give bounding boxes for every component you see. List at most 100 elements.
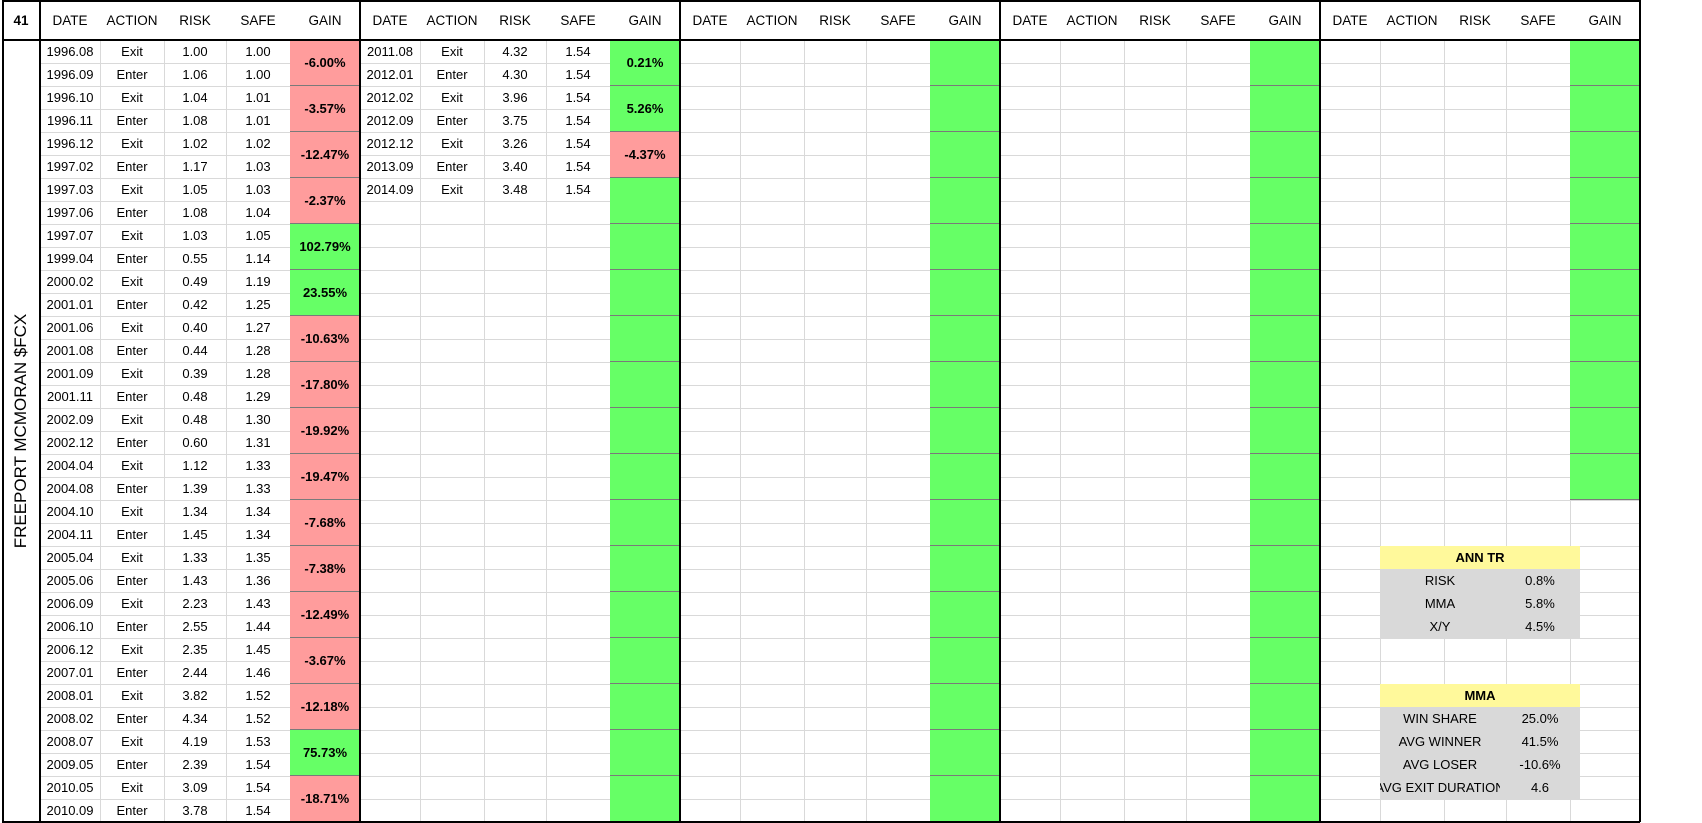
gain-cell[interactable] (1250, 316, 1320, 362)
action-cell[interactable]: Enter (100, 339, 164, 362)
safe-cell[interactable]: 1.03 (226, 178, 290, 201)
gain-cell[interactable] (1570, 454, 1640, 500)
action-cell[interactable]: Exit (100, 316, 164, 339)
action-cell[interactable]: Exit (100, 270, 164, 293)
gain-cell[interactable] (1250, 500, 1320, 546)
action-cell[interactable]: Enter (100, 201, 164, 224)
action-cell[interactable]: Exit (100, 224, 164, 247)
gain-cell[interactable] (610, 638, 680, 684)
safe-cell[interactable]: 1.34 (226, 500, 290, 523)
gain-cell[interactable] (1570, 316, 1640, 362)
risk-cell[interactable]: 3.96 (484, 86, 546, 109)
safe-cell[interactable]: 1.45 (226, 638, 290, 661)
safe-cell[interactable]: 1.00 (226, 40, 290, 63)
risk-cell[interactable]: 3.78 (164, 799, 226, 822)
date-cell[interactable]: 2004.10 (40, 500, 100, 523)
gain-cell[interactable] (1570, 408, 1640, 454)
gain-cell[interactable] (1250, 638, 1320, 684)
date-cell[interactable]: 1997.07 (40, 224, 100, 247)
gain-cell[interactable] (610, 270, 680, 316)
risk-cell[interactable]: 1.33 (164, 546, 226, 569)
action-cell[interactable]: Exit (100, 546, 164, 569)
action-cell[interactable]: Enter (100, 753, 164, 776)
safe-cell[interactable]: 1.28 (226, 339, 290, 362)
gain-cell[interactable] (1250, 40, 1320, 86)
gain-cell[interactable]: -12.18% (290, 684, 360, 730)
date-cell[interactable]: 2004.08 (40, 477, 100, 500)
safe-cell[interactable]: 1.31 (226, 431, 290, 454)
gain-cell[interactable] (930, 270, 1000, 316)
risk-cell[interactable]: 1.08 (164, 201, 226, 224)
gain-cell[interactable] (610, 730, 680, 776)
risk-cell[interactable]: 3.09 (164, 776, 226, 799)
gain-cell[interactable]: -12.47% (290, 132, 360, 178)
risk-cell[interactable]: 0.39 (164, 362, 226, 385)
risk-cell[interactable]: 1.17 (164, 155, 226, 178)
gain-cell[interactable] (610, 684, 680, 730)
gain-cell[interactable] (930, 500, 1000, 546)
safe-cell[interactable]: 1.46 (226, 661, 290, 684)
gain-cell[interactable] (1250, 132, 1320, 178)
corner-cell[interactable]: 41 (2, 0, 40, 40)
gain-cell[interactable] (1250, 592, 1320, 638)
risk-cell[interactable]: 1.45 (164, 523, 226, 546)
safe-cell[interactable]: 1.54 (226, 776, 290, 799)
safe-cell[interactable]: 1.01 (226, 109, 290, 132)
action-cell[interactable]: Enter (420, 155, 484, 178)
gain-cell[interactable] (930, 592, 1000, 638)
risk-cell[interactable]: 0.48 (164, 385, 226, 408)
gain-cell[interactable]: -19.92% (290, 408, 360, 454)
gain-cell[interactable] (930, 40, 1000, 86)
header-action[interactable]: ACTION (420, 0, 484, 40)
gain-cell[interactable] (1250, 546, 1320, 592)
date-cell[interactable]: 2012.01 (360, 63, 420, 86)
safe-cell[interactable]: 1.54 (546, 109, 610, 132)
action-cell[interactable]: Exit (420, 86, 484, 109)
header-risk[interactable]: RISK (1124, 0, 1186, 40)
gain-cell[interactable] (930, 776, 1000, 822)
gain-cell[interactable]: -6.00% (290, 40, 360, 86)
header-date[interactable]: DATE (680, 0, 740, 40)
header-risk[interactable]: RISK (1444, 0, 1506, 40)
risk-cell[interactable]: 0.40 (164, 316, 226, 339)
gain-cell[interactable] (930, 178, 1000, 224)
date-cell[interactable]: 2008.02 (40, 707, 100, 730)
gain-cell[interactable] (930, 362, 1000, 408)
header-date[interactable]: DATE (40, 0, 100, 40)
action-cell[interactable]: Exit (420, 178, 484, 201)
safe-cell[interactable]: 1.44 (226, 615, 290, 638)
gain-cell[interactable] (1570, 224, 1640, 270)
gain-cell[interactable] (1570, 132, 1640, 178)
header-risk[interactable]: RISK (484, 0, 546, 40)
safe-cell[interactable]: 1.54 (546, 40, 610, 63)
date-cell[interactable]: 2000.02 (40, 270, 100, 293)
action-cell[interactable]: Exit (420, 132, 484, 155)
safe-cell[interactable]: 1.02 (226, 132, 290, 155)
gain-cell[interactable] (610, 408, 680, 454)
mma-stat-value[interactable]: 41.5% (1500, 730, 1580, 753)
risk-cell[interactable]: 1.02 (164, 132, 226, 155)
risk-cell[interactable]: 1.34 (164, 500, 226, 523)
header-date[interactable]: DATE (1000, 0, 1060, 40)
gain-cell[interactable] (1250, 408, 1320, 454)
date-cell[interactable]: 2001.01 (40, 293, 100, 316)
risk-cell[interactable]: 4.19 (164, 730, 226, 753)
risk-cell[interactable]: 0.44 (164, 339, 226, 362)
risk-cell[interactable]: 1.43 (164, 569, 226, 592)
action-cell[interactable]: Exit (100, 776, 164, 799)
risk-cell[interactable]: 1.00 (164, 40, 226, 63)
gain-cell[interactable] (1570, 362, 1640, 408)
header-date[interactable]: DATE (360, 0, 420, 40)
date-cell[interactable]: 2002.12 (40, 431, 100, 454)
date-cell[interactable]: 1996.10 (40, 86, 100, 109)
date-cell[interactable]: 1997.06 (40, 201, 100, 224)
date-cell[interactable]: 2005.06 (40, 569, 100, 592)
action-cell[interactable]: Enter (100, 63, 164, 86)
date-cell[interactable]: 1996.12 (40, 132, 100, 155)
gain-cell[interactable] (1570, 178, 1640, 224)
safe-cell[interactable]: 1.54 (226, 799, 290, 822)
gain-cell[interactable] (930, 730, 1000, 776)
safe-cell[interactable]: 1.43 (226, 592, 290, 615)
safe-cell[interactable]: 1.52 (226, 707, 290, 730)
header-safe[interactable]: SAFE (866, 0, 930, 40)
